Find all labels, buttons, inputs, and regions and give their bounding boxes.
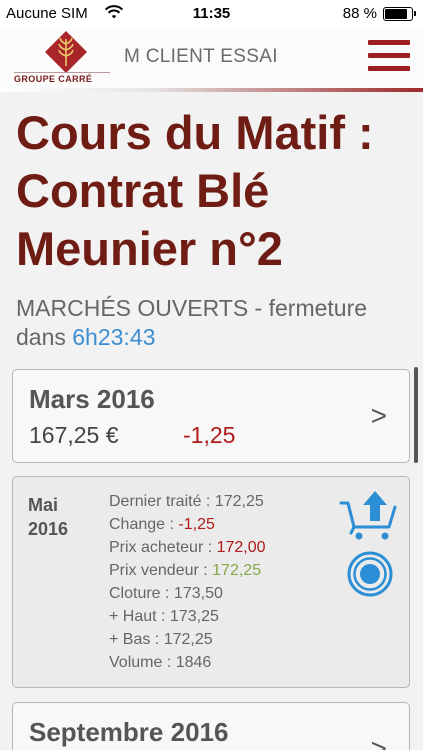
detail-label: + Bas : bbox=[109, 631, 164, 648]
detail-value: 172,25 bbox=[214, 493, 264, 510]
contract-month-year: 2016 bbox=[28, 519, 69, 539]
contract-card-mars-2016[interactable]: Mars 2016 167,25 € -1,25 > bbox=[12, 369, 410, 463]
hamburger-menu-button[interactable] bbox=[368, 40, 410, 72]
client-name: M CLIENT ESSAI bbox=[124, 46, 278, 67]
company-brand-name: GROUPE CARRÉ bbox=[14, 72, 110, 84]
contract-price: 167,25 € bbox=[29, 422, 119, 448]
closing-countdown: 6h23:43 bbox=[72, 324, 156, 350]
page-title: Cours du Matif : Contrat Blé Meunier n°2 bbox=[16, 106, 374, 275]
detail-dernier-traite: Dernier traité : 172,25 bbox=[109, 490, 266, 513]
contract-month: Mars 2016 bbox=[29, 384, 155, 414]
detail-label: + Haut : bbox=[109, 608, 170, 625]
scrollbar[interactable] bbox=[414, 367, 418, 463]
header-divider bbox=[0, 88, 423, 92]
market-status-text: MARCHÉS OUVERTS - fermeture dans bbox=[16, 295, 368, 350]
contract-month-name: Mai bbox=[28, 495, 59, 515]
detail-value: 173,50 bbox=[173, 585, 223, 602]
detail-prix-vendeur: Prix vendeur : 172,25 bbox=[109, 559, 266, 582]
status-bar: Aucune SIM 11:35 88 % bbox=[0, 0, 423, 28]
detail-prix-acheteur: Prix acheteur : 172,00 bbox=[109, 536, 266, 559]
chevron-right-icon[interactable]: > bbox=[371, 733, 387, 750]
detail-value: 173,25 bbox=[169, 608, 219, 625]
detail-label: Prix vendeur : bbox=[109, 562, 213, 579]
detail-label: Dernier traité : bbox=[109, 493, 215, 510]
detail-cloture: Cloture : 173,50 bbox=[109, 582, 266, 605]
detail-haut: + Haut : 173,25 bbox=[109, 605, 266, 628]
battery-percent: 88 % bbox=[342, 5, 377, 22]
cart-upload-icon[interactable] bbox=[339, 489, 399, 541]
detail-label: Cloture : bbox=[109, 585, 174, 602]
market-status: MARCHÉS OUVERTS - fermeture dans 6h23:43 bbox=[16, 294, 416, 352]
chevron-right-icon[interactable]: > bbox=[371, 400, 387, 432]
contract-month: Mai 2016 bbox=[28, 493, 98, 541]
detail-value: 172,25 bbox=[212, 562, 262, 579]
menu-bar-icon bbox=[368, 40, 410, 45]
detail-label: Prix acheteur : bbox=[109, 539, 217, 556]
detail-volume: Volume : 1846 bbox=[109, 651, 266, 674]
detail-label: Volume : bbox=[109, 654, 176, 671]
detail-value: 1846 bbox=[175, 654, 212, 671]
contract-change: -1,25 bbox=[183, 422, 236, 448]
wheat-diamond-icon bbox=[45, 31, 87, 73]
company-logo[interactable]: GROUPE CARRÉ bbox=[14, 30, 110, 86]
detail-bas: + Bas : 172,25 bbox=[109, 628, 266, 651]
battery-icon bbox=[383, 7, 416, 21]
detail-change: Change : -1,25 bbox=[109, 513, 266, 536]
detail-value: 172,00 bbox=[216, 539, 266, 556]
menu-bar-icon bbox=[368, 66, 410, 71]
contract-card-mai-2016[interactable]: Mai 2016 Dernier traité : 172,25 Change … bbox=[12, 476, 410, 688]
detail-label: Change : bbox=[109, 516, 179, 533]
detail-value: 172,25 bbox=[163, 631, 213, 648]
contract-details: Dernier traité : 172,25 Change : -1,25 P… bbox=[109, 490, 266, 674]
menu-bar-icon bbox=[368, 53, 410, 58]
contract-month: Septembre 2016 bbox=[29, 717, 229, 747]
target-icon[interactable] bbox=[347, 551, 393, 597]
contract-card-septembre-2016[interactable]: Septembre 2016 > bbox=[12, 702, 410, 750]
app-header: GROUPE CARRÉ M CLIENT ESSAI bbox=[0, 28, 423, 90]
detail-value: -1,25 bbox=[178, 516, 215, 533]
